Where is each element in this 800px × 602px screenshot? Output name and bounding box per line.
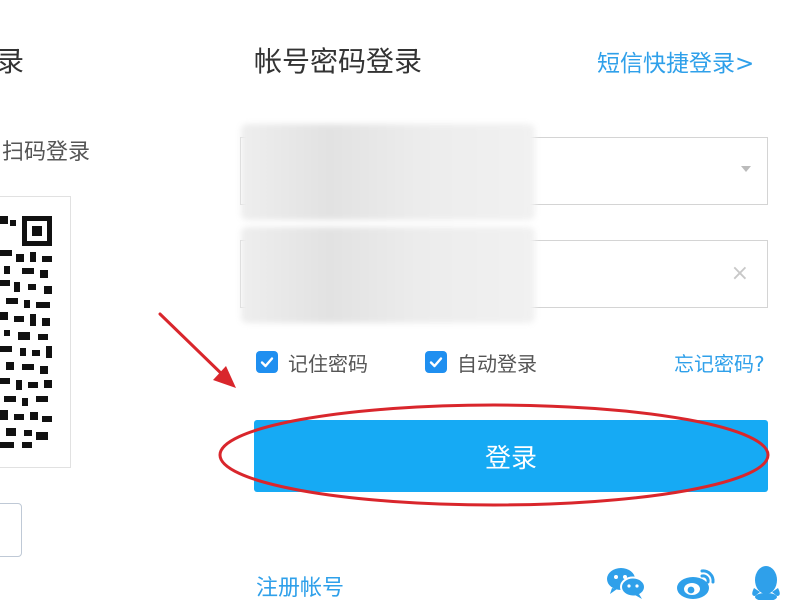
forgot-password-link[interactable]: 忘记密码? <box>674 348 765 377</box>
login-button[interactable]: 登录 <box>254 420 768 492</box>
auto-login-label: 自动登录 <box>457 351 537 376</box>
weibo-icon[interactable] <box>676 566 716 600</box>
checkbox-checked-icon[interactable] <box>256 351 278 373</box>
qr-panel-button[interactable] <box>0 503 22 557</box>
page-title: 帐号密码登录 <box>254 45 423 78</box>
sms-login-link[interactable]: 短信快捷登录> <box>597 44 754 78</box>
qr-panel-subtitle: 扫码登录 <box>2 140 91 165</box>
qr-panel-title: 录 <box>0 45 25 78</box>
checkbox-checked-icon[interactable] <box>425 351 447 373</box>
redacted-password <box>241 227 535 323</box>
redacted-username <box>241 124 535 220</box>
annotation-arrow <box>158 312 236 388</box>
auto-login-checkbox[interactable]: 自动登录 <box>425 347 537 377</box>
username-field[interactable] <box>240 124 768 220</box>
register-link[interactable]: 注册帐号 <box>256 570 344 602</box>
clear-icon[interactable]: × <box>731 259 749 289</box>
dropdown-arrow-icon[interactable] <box>741 166 751 172</box>
password-field[interactable]: × <box>240 227 768 323</box>
qr-code-image <box>0 210 56 450</box>
remember-password-checkbox[interactable]: 记住密码 <box>256 347 368 377</box>
wechat-icon[interactable] <box>606 566 646 600</box>
remember-password-label: 记住密码 <box>288 351 368 376</box>
qq-icon[interactable] <box>748 566 788 600</box>
